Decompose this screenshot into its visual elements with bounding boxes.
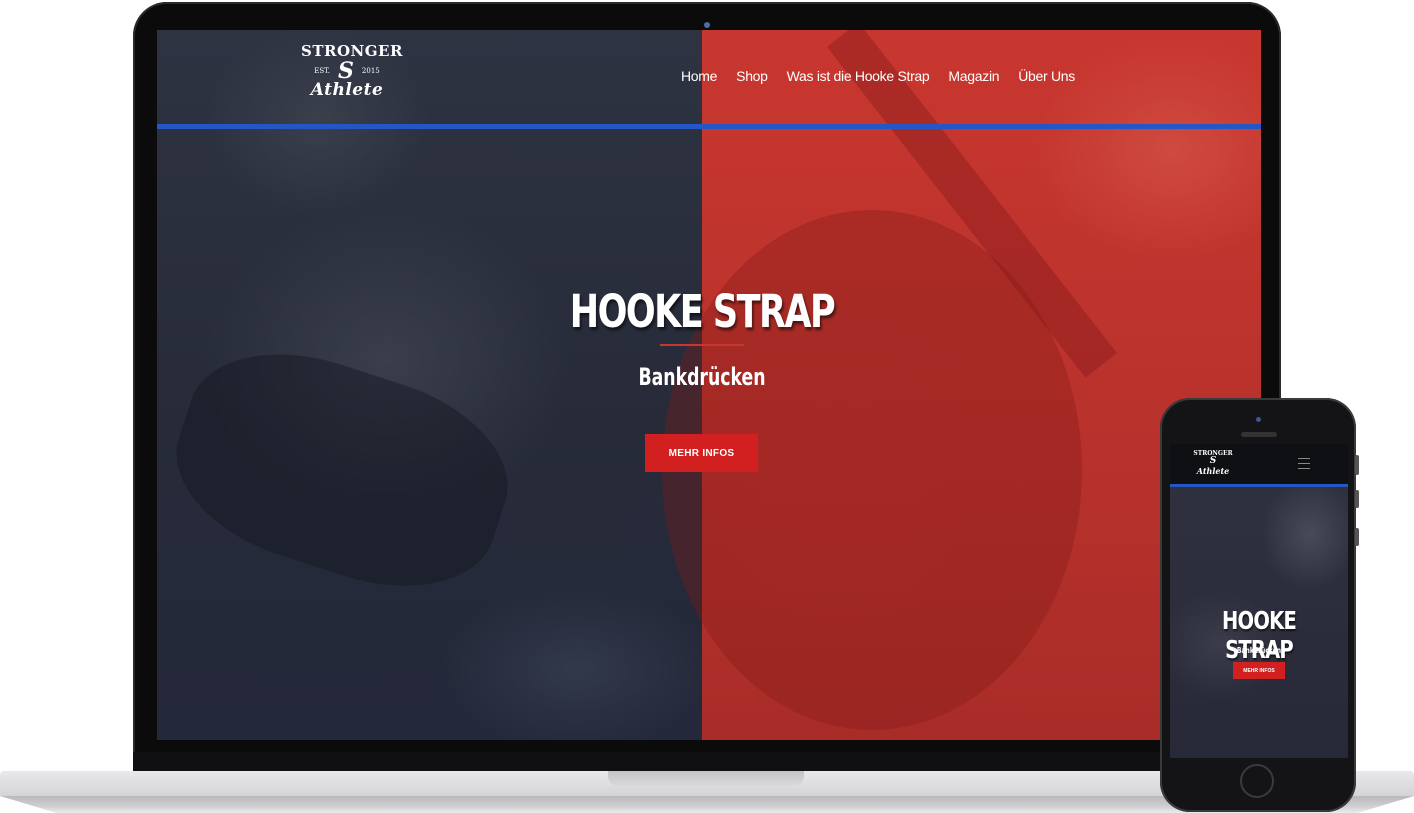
more-info-button[interactable]: MEHR INFOS (645, 434, 758, 472)
phone-logo[interactable]: STRONGER S Athlete (1188, 450, 1238, 476)
nav-item-about[interactable]: Über Uns (1018, 68, 1075, 84)
laptop-camera (704, 22, 710, 28)
phone-button (1355, 490, 1359, 508)
main-nav: Home Shop Was ist die Hooke Strap Magazi… (681, 68, 1075, 84)
logo-mid: EST. S 2015 (301, 58, 393, 84)
laptop-notch (608, 771, 804, 786)
phone-button (1355, 455, 1359, 475)
phone-hero-title: HOOKE STRAP (1221, 606, 1297, 664)
site-logo[interactable]: STRONGER EST. S 2015 Athlete (301, 42, 402, 100)
hero-divider (660, 344, 744, 346)
laptop-screen: STRONGER EST. S 2015 Athlete Home Shop W… (157, 30, 1261, 740)
nav-item-home[interactable]: Home (681, 68, 717, 84)
nav-item-shop[interactable]: Shop (736, 68, 768, 84)
phone-camera (1256, 417, 1261, 422)
hero-subtitle: Bankdrücken (638, 363, 766, 391)
phone-header: STRONGER S Athlete (1170, 444, 1348, 484)
phone-hero-subtitle: Bankdrücken (1236, 646, 1282, 655)
logo-letter: S (338, 58, 354, 84)
phone-header-divider (1170, 484, 1348, 487)
phone-screen: STRONGER S Athlete HOOKE STRAP Bankdrück… (1170, 444, 1348, 758)
header-divider (157, 124, 1261, 129)
nav-item-magazin[interactable]: Magazin (948, 68, 999, 84)
phone-home-button[interactable] (1240, 764, 1274, 798)
site-header: STRONGER EST. S 2015 Athlete Home Shop W… (157, 30, 1261, 124)
laptop-chin (133, 752, 1281, 772)
phone-more-info-button[interactable]: MEHR INFOS (1233, 662, 1285, 679)
phone-logo-bottom: Athlete (1196, 466, 1230, 476)
logo-bottom-text: Athlete (310, 80, 384, 100)
phone-speaker (1241, 432, 1277, 437)
hamburger-icon[interactable] (1298, 458, 1310, 469)
phone-button (1355, 528, 1359, 546)
phone-logo-letter: S (1209, 456, 1217, 466)
logo-year: 2015 (361, 67, 380, 75)
nav-item-hooke-strap[interactable]: Was ist die Hooke Strap (787, 68, 930, 84)
hero-title: HOOKE STRAP (569, 285, 836, 338)
logo-est: EST. (314, 67, 331, 75)
